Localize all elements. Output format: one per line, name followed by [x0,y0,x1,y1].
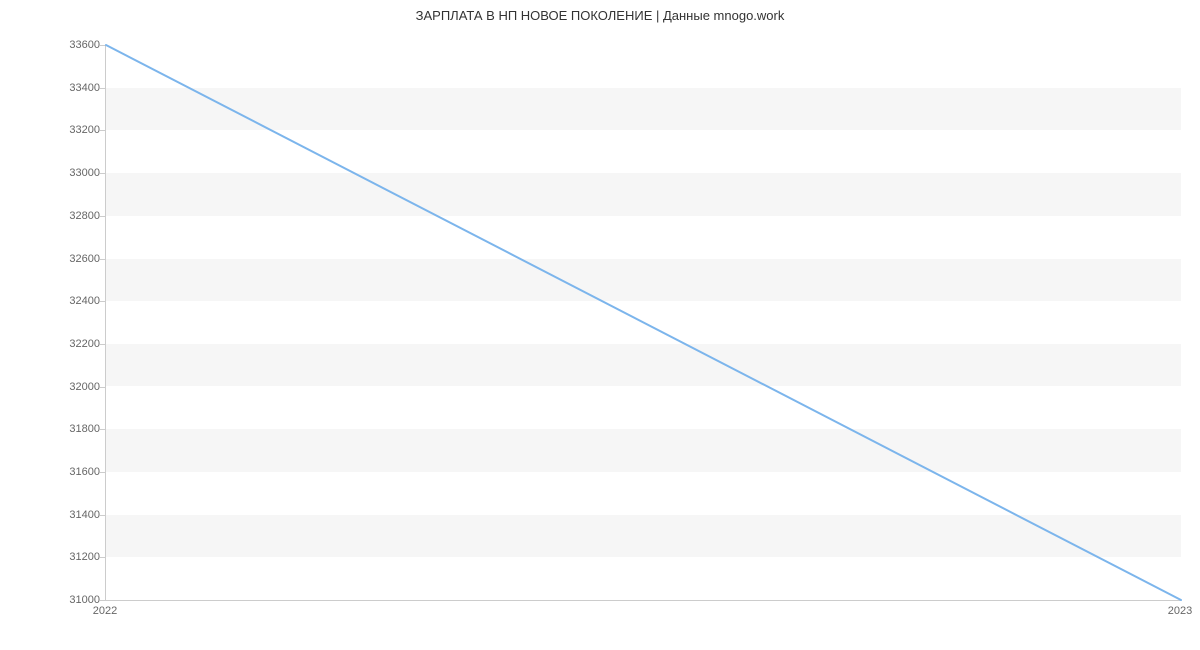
chart-title: ЗАРПЛАТА В НП НОВОЕ ПОКОЛЕНИЕ | Данные m… [0,8,1200,23]
chart-container: ЗАРПЛАТА В НП НОВОЕ ПОКОЛЕНИЕ | Данные m… [0,0,1200,650]
y-tick-label: 33000 [50,167,100,179]
x-tick-label: 2022 [93,605,117,617]
y-tick-label: 31400 [50,509,100,521]
x-tick-label: 2023 [1168,605,1192,617]
y-tick-label: 33400 [50,82,100,94]
y-tick-label: 32600 [50,253,100,265]
y-tick-label: 32200 [50,338,100,350]
y-tick-label: 31600 [50,466,100,478]
y-tick-label: 33600 [50,39,100,51]
line-series [106,45,1181,600]
y-tick-label: 31200 [50,551,100,563]
y-tick-label: 33200 [50,124,100,136]
y-tick-label: 32400 [50,295,100,307]
y-tick-label: 31800 [50,423,100,435]
plot-area [105,45,1181,601]
y-tick-label: 32800 [50,210,100,222]
y-tick-label: 32000 [50,381,100,393]
